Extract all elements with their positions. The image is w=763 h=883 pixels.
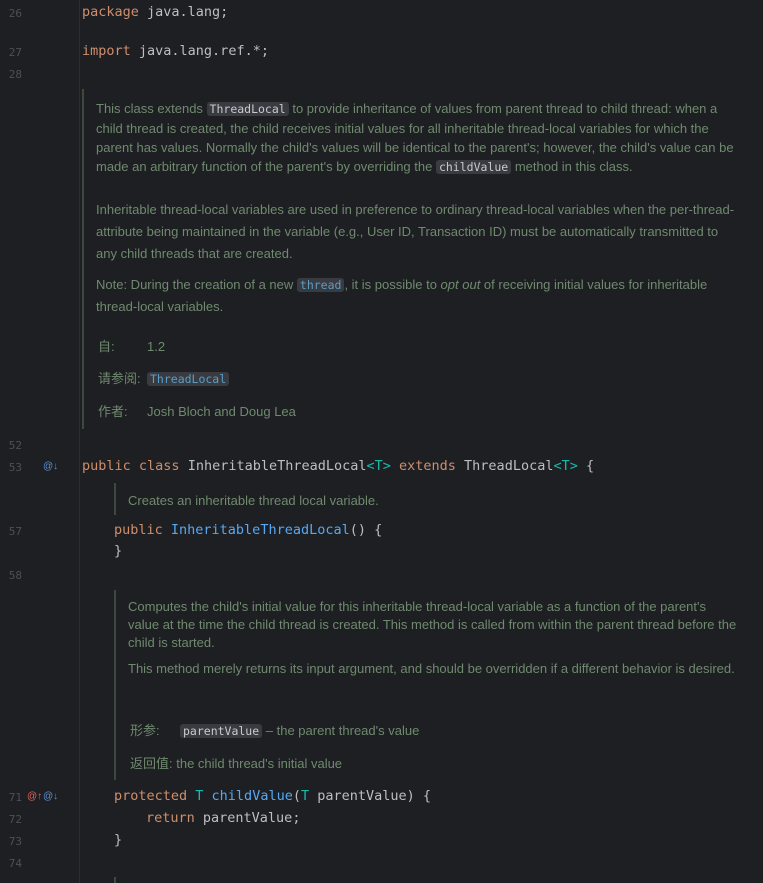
constructor-close: }: [114, 543, 123, 559]
line-number: 26: [8, 7, 22, 20]
method-javadoc: Computes the child's initial value for t…: [114, 590, 741, 780]
package-name: java.lang;: [138, 4, 229, 20]
next-doc-block-border: [114, 877, 116, 883]
doc-paragraph: Note: During the creation of a new threa…: [96, 277, 708, 314]
line-number: 72: [8, 813, 22, 826]
package-declaration: package java.lang;: [82, 4, 228, 20]
keyword: package: [82, 4, 139, 20]
gutter-separator: [79, 0, 80, 883]
link-chip-threadlocal[interactable]: ThreadLocal: [147, 372, 230, 386]
keyword: import: [82, 43, 131, 59]
line-number: 58: [8, 569, 22, 582]
param-tag: 形参: parentValue – the parent thread's val…: [130, 723, 420, 738]
class-javadoc: This class extends ThreadLocal to provid…: [82, 89, 744, 429]
line-number: 52: [8, 439, 22, 452]
return-tag: 返回值: the child thread's initial value: [130, 756, 343, 771]
code-chip-childvalue: childValue: [435, 160, 512, 174]
since-tag: 自: 1.2: [98, 339, 166, 354]
line-number: 73: [8, 835, 22, 848]
line-number: 28: [8, 68, 22, 81]
see-also-tag: 请参阅: ThreadLocal: [98, 369, 230, 389]
constructor-javadoc: Creates an inheritable thread local vari…: [114, 483, 736, 515]
import-statement: import java.lang.ref.*;: [82, 43, 269, 59]
line-number: 27: [8, 46, 22, 59]
code-chip-parentvalue: parentValue: [180, 724, 263, 738]
constructor-declaration: public InheritableThreadLocal() {: [114, 522, 383, 538]
doc-paragraph: Inheritable thread-local variables are u…: [96, 202, 735, 261]
method-close: }: [114, 832, 123, 848]
code-chip-threadlocal: ThreadLocal: [206, 102, 289, 116]
implemented-gutter-icon[interactable]: @↓: [43, 461, 58, 472]
line-number: 71: [8, 791, 22, 804]
line-number: 53: [8, 461, 22, 474]
author-tag: 作者: Josh Bloch and Doug Lea: [98, 404, 296, 419]
doc-paragraph: This class extends ThreadLocal to provid…: [96, 101, 734, 174]
method-declaration: protected T childValue(T parentValue) {: [114, 788, 432, 804]
implemented-gutter-icon[interactable]: @↓: [43, 791, 58, 802]
line-number: 74: [8, 857, 22, 870]
override-gutter-icon[interactable]: @↑: [27, 791, 42, 802]
import-name: java.lang.ref.*;: [130, 43, 269, 59]
link-chip-thread[interactable]: thread: [296, 278, 345, 292]
line-number: 57: [8, 525, 22, 538]
class-declaration: public class InheritableThreadLocal<T> e…: [82, 458, 595, 474]
return-statement: return parentValue;: [146, 810, 301, 826]
